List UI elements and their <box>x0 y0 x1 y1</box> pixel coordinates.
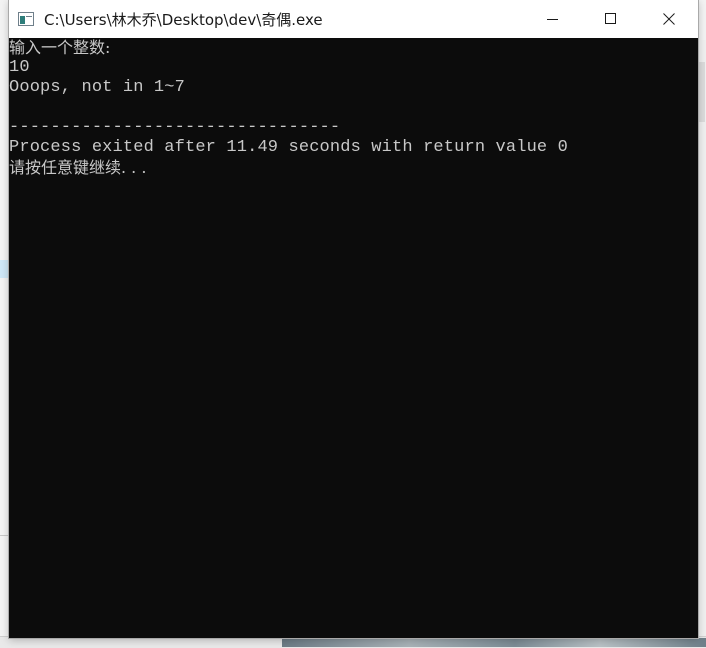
close-button[interactable] <box>640 0 698 38</box>
minimize-button[interactable] <box>524 0 582 38</box>
background-scroll-thumb <box>699 62 705 122</box>
minimize-icon <box>547 19 558 20</box>
window-title: C:\Users\林木乔\Desktop\dev\奇偶.exe <box>44 10 323 29</box>
background-scrollbar <box>698 40 706 640</box>
console-app-icon[interactable] <box>18 12 34 26</box>
background-window-selection <box>0 260 9 278</box>
console-prompt-line: 输入一个整数: <box>9 38 111 57</box>
console-window[interactable]: C:\Users\林木乔\Desktop\dev\奇偶.exe 输入一个整数: … <box>9 0 698 638</box>
maximize-icon <box>605 13 616 24</box>
console-input-line: 10 <box>9 58 30 77</box>
console-output[interactable]: 输入一个整数: 10 Ooops, not in 1~7 -----------… <box>9 38 698 638</box>
window-controls <box>524 0 698 38</box>
console-exit-status-line: Process exited after 11.49 seconds with … <box>9 138 568 157</box>
console-press-key-line: 请按任意键继续. . . <box>9 158 147 177</box>
close-icon <box>663 13 675 25</box>
maximize-button[interactable] <box>582 0 640 38</box>
console-separator-line: -------------------------------- <box>9 118 341 137</box>
background-divider <box>0 535 9 536</box>
console-message-line: Ooops, not in 1~7 <box>9 78 185 97</box>
background-image <box>282 638 706 647</box>
title-bar[interactable]: C:\Users\林木乔\Desktop\dev\奇偶.exe <box>9 0 698 38</box>
